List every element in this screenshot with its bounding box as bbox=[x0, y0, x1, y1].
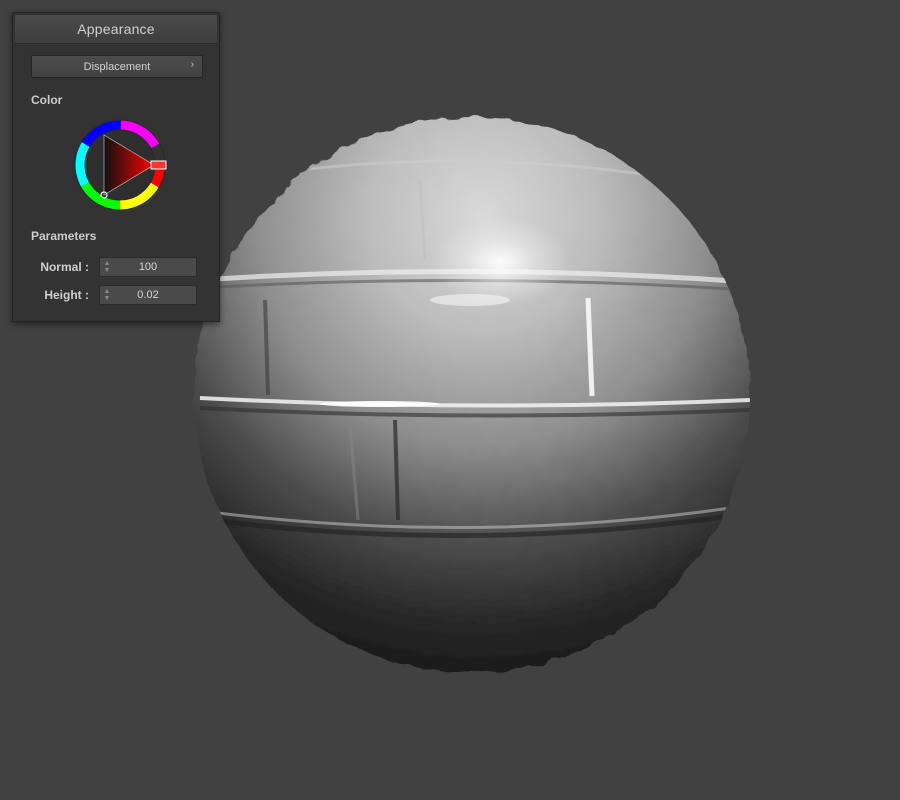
hue-selector-handle[interactable] bbox=[150, 160, 167, 170]
height-input[interactable]: ▲ ▼ 0.02 bbox=[99, 285, 197, 305]
chevron-right-icon: › bbox=[190, 59, 194, 70]
parameters-section-label: Parameters bbox=[31, 229, 97, 243]
appearance-panel: Appearance Displacement › Color Paramete… bbox=[12, 12, 220, 322]
height-parameter-row: Height : ▲ ▼ 0.02 bbox=[31, 285, 201, 305]
color-picker-wheel[interactable] bbox=[73, 118, 167, 212]
normal-input[interactable]: ▲ ▼ 100 bbox=[99, 257, 197, 277]
height-value: 0.02 bbox=[137, 289, 159, 301]
panel-title-text: Appearance bbox=[77, 21, 155, 37]
sphere-preview bbox=[194, 117, 750, 673]
height-label: Height : bbox=[44, 288, 89, 302]
color-section-label: Color bbox=[31, 93, 63, 107]
normal-label: Normal : bbox=[40, 260, 89, 274]
normal-parameter-row: Normal : ▲ ▼ 100 bbox=[31, 257, 201, 277]
dropdown-value: Displacement bbox=[83, 60, 151, 73]
spinner-icon[interactable]: ▲ ▼ bbox=[103, 260, 111, 274]
spinner-icon[interactable]: ▲ ▼ bbox=[103, 288, 111, 302]
normal-value: 100 bbox=[138, 261, 158, 273]
material-type-dropdown[interactable]: Displacement › bbox=[31, 55, 203, 78]
panel-title: Appearance bbox=[15, 15, 217, 44]
